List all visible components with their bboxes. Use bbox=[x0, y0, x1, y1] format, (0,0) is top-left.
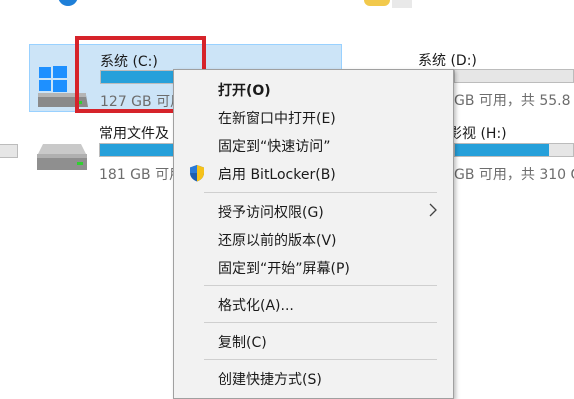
menu-item-label: 固定到“开始”屏幕(P) bbox=[218, 261, 350, 277]
menu-item-open[interactable]: 打开(O) bbox=[174, 76, 453, 102]
drive-h-space: GB 可用，共 310 G bbox=[454, 167, 574, 183]
menu-item-grant-access[interactable]: 授予访问权限(G) bbox=[174, 198, 453, 224]
drive-icon bbox=[37, 144, 87, 170]
menu-item-pin-quick-access[interactable]: 固定到“快速访问” bbox=[174, 132, 453, 158]
menu-item-label: 授予访问权限(G) bbox=[218, 205, 324, 221]
menu-item-label: 格式化(A)... bbox=[218, 298, 294, 314]
menu-separator bbox=[204, 192, 437, 193]
uac-shield-icon bbox=[190, 165, 204, 182]
folder-partial-icon bbox=[58, 0, 78, 6]
item-partial-icon bbox=[392, 0, 412, 8]
drive-d-space: GB 可用，共 55.8 bbox=[454, 93, 571, 109]
context-menu: 打开(O) 在新窗口中打开(E) 固定到“快速访问” 启用 BitLocker(… bbox=[173, 69, 454, 399]
menu-item-create-shortcut[interactable]: 创建快捷方式(S) bbox=[174, 365, 453, 391]
menu-item-label: 在新窗口中打开(E) bbox=[218, 111, 336, 127]
menu-separator bbox=[204, 322, 437, 323]
menu-item-label: 打开(O) bbox=[218, 83, 271, 99]
menu-separator bbox=[204, 359, 437, 360]
partial-usage-bar bbox=[0, 144, 18, 158]
drive-h-name: 影视 (H:) bbox=[448, 126, 507, 142]
drive-h-usage-fill bbox=[455, 144, 550, 156]
drive-common-space: 181 GB 可用 bbox=[99, 167, 184, 183]
menu-item-label: 启用 BitLocker(B) bbox=[218, 167, 336, 183]
menu-item-pin-start[interactable]: 固定到“开始”屏幕(P) bbox=[174, 254, 453, 280]
drive-common-name: 常用文件及 bbox=[99, 126, 169, 142]
drive-h-usage-bar bbox=[454, 143, 574, 157]
menu-item-label: 还原以前的版本(V) bbox=[218, 233, 337, 249]
folder-partial-icon bbox=[364, 0, 390, 6]
menu-item-label: 创建快捷方式(S) bbox=[218, 372, 322, 388]
submenu-arrow-icon bbox=[429, 203, 437, 217]
menu-separator bbox=[204, 285, 437, 286]
menu-item-restore-previous[interactable]: 还原以前的版本(V) bbox=[174, 226, 453, 252]
menu-item-open-new-window[interactable]: 在新窗口中打开(E) bbox=[174, 104, 453, 130]
menu-item-bitlocker[interactable]: 启用 BitLocker(B) bbox=[174, 160, 453, 186]
menu-item-label: 固定到“快速访问” bbox=[218, 139, 331, 155]
menu-item-copy[interactable]: 复制(C) bbox=[174, 328, 453, 354]
drive-d-name: 系统 (D:) bbox=[418, 53, 477, 69]
menu-item-format[interactable]: 格式化(A)... bbox=[174, 291, 453, 317]
drive-d-usage-bar bbox=[454, 69, 574, 83]
menu-item-label: 复制(C) bbox=[218, 335, 267, 351]
